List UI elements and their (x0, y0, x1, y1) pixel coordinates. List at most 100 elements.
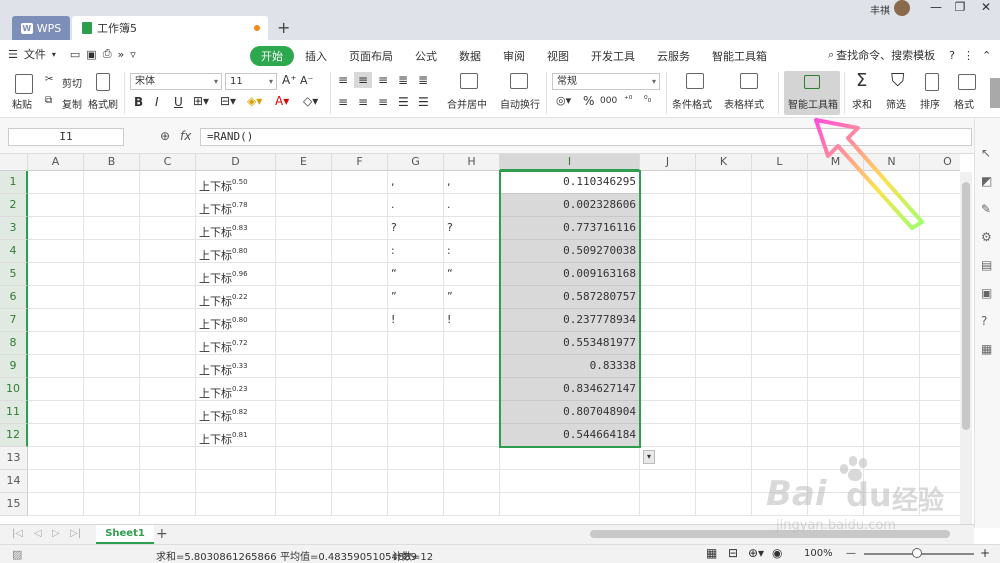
sheet-nav-next-icon[interactable]: ▷ (52, 528, 60, 539)
cell-j8[interactable] (640, 332, 696, 355)
smart-toolbox-button[interactable]: 智能工具箱 (784, 71, 840, 115)
cell-m8[interactable] (808, 332, 864, 355)
cell-f5[interactable] (332, 263, 388, 286)
row-header-5[interactable]: 5 (0, 263, 28, 286)
cell-e15[interactable] (276, 493, 332, 516)
cell-h10[interactable] (444, 378, 500, 401)
column-header-i[interactable]: I (500, 154, 640, 171)
cell-n10[interactable] (864, 378, 920, 401)
cell-i3[interactable]: 0.773716116 (500, 217, 640, 240)
number-format-select[interactable]: 常规 (552, 73, 660, 90)
cell-g4[interactable]: : (388, 240, 444, 263)
autofill-options-icon[interactable]: ▾ (643, 450, 655, 464)
cell-b15[interactable] (84, 493, 140, 516)
paste-icon[interactable] (15, 74, 33, 94)
cell-c3[interactable] (140, 217, 196, 240)
style-icon[interactable]: ✎ (981, 202, 991, 216)
cell-i9[interactable]: 0.83338 (500, 355, 640, 378)
border-icon[interactable]: ⊞▾ (193, 94, 209, 108)
cell-j6[interactable] (640, 286, 696, 309)
tab-cloud[interactable]: 云服务 (646, 46, 701, 66)
sum-button[interactable]: 求和 (852, 96, 872, 111)
cell-h2[interactable]: . (444, 194, 500, 217)
cell-m7[interactable] (808, 309, 864, 332)
cell-g11[interactable] (388, 401, 444, 424)
normal-view-icon[interactable]: ▦ (706, 546, 717, 560)
cell-c7[interactable] (140, 309, 196, 332)
grow-font-icon[interactable]: A⁺ (282, 73, 297, 87)
cell-k2[interactable] (696, 194, 752, 217)
cell-g15[interactable] (388, 493, 444, 516)
align-bottom-icon[interactable]: ≡ (378, 73, 388, 87)
cell-f13[interactable] (332, 447, 388, 470)
cell-k8[interactable] (696, 332, 752, 355)
tab-home[interactable]: 开始 (250, 46, 294, 66)
cell-f14[interactable] (332, 470, 388, 493)
cell-a8[interactable] (28, 332, 84, 355)
cell-f9[interactable] (332, 355, 388, 378)
more-icon[interactable]: ⋮ (963, 49, 974, 62)
cell-k5[interactable] (696, 263, 752, 286)
cursor-icon[interactable]: ↖ (981, 146, 991, 160)
cell-h3[interactable]: ? (444, 217, 500, 240)
search-icon[interactable]: ⌕ (828, 48, 834, 62)
cell-m11[interactable] (808, 401, 864, 424)
cell-a12[interactable] (28, 424, 84, 447)
more-arrows-icon[interactable]: » (118, 48, 125, 61)
scissors-icon[interactable]: ✂ (45, 74, 53, 85)
column-header-f[interactable]: F (332, 154, 388, 171)
format-painter-button[interactable]: 格式刷 (88, 96, 118, 111)
document-tab[interactable]: 工作簿5 (72, 16, 268, 40)
cell-a4[interactable] (28, 240, 84, 263)
cell-j11[interactable] (640, 401, 696, 424)
copy-icon[interactable]: ⧉ (45, 95, 52, 106)
merge-center-icon[interactable] (460, 73, 478, 89)
cell-d2[interactable]: 上下标0.78 (196, 194, 276, 217)
cell-o6[interactable] (920, 286, 960, 309)
cell-e2[interactable] (276, 194, 332, 217)
row-header-15[interactable]: 15 (0, 493, 28, 516)
cell-l11[interactable] (752, 401, 808, 424)
cell-k11[interactable] (696, 401, 752, 424)
cell-o7[interactable] (920, 309, 960, 332)
cell-i10[interactable]: 0.834627147 (500, 378, 640, 401)
justify-icon[interactable]: ☰ (398, 95, 409, 109)
select-all-corner[interactable] (0, 154, 28, 171)
cell-b11[interactable] (84, 401, 140, 424)
thousands-button[interactable]: 000 (600, 96, 617, 106)
cell-d14[interactable] (196, 470, 276, 493)
cell-h4[interactable]: : (444, 240, 500, 263)
fill-color-icon[interactable]: ◈▾ (247, 94, 262, 108)
column-header-c[interactable]: C (140, 154, 196, 171)
cell-f12[interactable] (332, 424, 388, 447)
align-right-icon[interactable]: ≡ (378, 95, 388, 109)
row-header-2[interactable]: 2 (0, 194, 28, 217)
cell-o9[interactable] (920, 355, 960, 378)
row-header-3[interactable]: 3 (0, 217, 28, 240)
cell-b4[interactable] (84, 240, 140, 263)
wps-home-tab[interactable]: W WPS (12, 16, 70, 40)
cell-a6[interactable] (28, 286, 84, 309)
cell-d7[interactable]: 上下标0.80 (196, 309, 276, 332)
cell-m9[interactable] (808, 355, 864, 378)
cell-o8[interactable] (920, 332, 960, 355)
cell-e4[interactable] (276, 240, 332, 263)
cell-g7[interactable]: ! (388, 309, 444, 332)
cell-n9[interactable] (864, 355, 920, 378)
cell-g2[interactable]: . (388, 194, 444, 217)
cell-c6[interactable] (140, 286, 196, 309)
cell-o11[interactable] (920, 401, 960, 424)
format-painter-icon[interactable] (96, 73, 110, 91)
zoom-slider-knob[interactable] (912, 548, 922, 558)
page-break-view-icon[interactable]: ⊟ (728, 546, 738, 560)
tab-page-layout[interactable]: 页面布局 (338, 46, 404, 66)
cell-m6[interactable] (808, 286, 864, 309)
cell-b13[interactable] (84, 447, 140, 470)
minimize-button[interactable]: — (928, 0, 944, 14)
cell-d5[interactable]: 上下标0.96 (196, 263, 276, 286)
row-header-8[interactable]: 8 (0, 332, 28, 355)
read-mode-icon[interactable]: ⊕▾ (748, 546, 764, 560)
format-icon[interactable] (958, 74, 976, 90)
name-box[interactable]: I1 (8, 128, 124, 146)
cell-i6[interactable]: 0.587280757 (500, 286, 640, 309)
